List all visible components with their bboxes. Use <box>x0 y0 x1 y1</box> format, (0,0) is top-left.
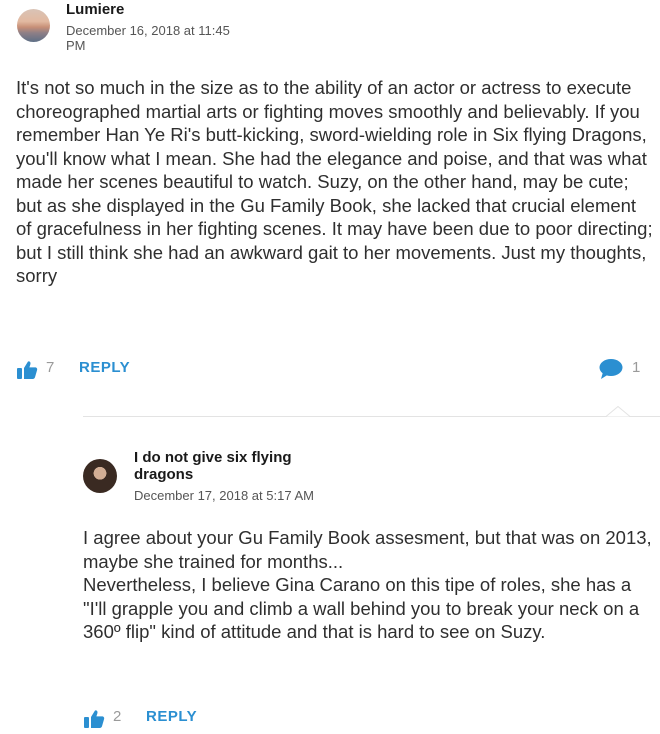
avatar[interactable] <box>83 459 117 493</box>
thread-divider <box>83 416 660 417</box>
reply-timestamp[interactable]: December 17, 2018 at 5:17 AM <box>134 488 314 503</box>
comment-text: It's not so much in the size as to the a… <box>16 77 653 286</box>
reply-button[interactable]: REPLY <box>79 359 130 376</box>
reply-count: 1 <box>632 359 641 376</box>
reply-text: I agree about your Gu Family Book assesm… <box>83 527 652 642</box>
replies-toggle[interactable] <box>598 358 624 385</box>
comment-bubble-icon <box>599 359 623 379</box>
comment-author[interactable]: Lumiere <box>66 1 124 18</box>
comment-timestamp[interactable]: December 16, 2018 at 11:45 PM <box>66 23 251 53</box>
avatar[interactable] <box>17 9 50 42</box>
like-count: 7 <box>46 359 55 376</box>
thumbs-up-icon <box>17 361 38 379</box>
reply-button[interactable]: REPLY <box>146 708 197 725</box>
thumbs-up-icon <box>84 710 105 728</box>
like-button[interactable] <box>83 709 105 734</box>
like-count: 2 <box>113 708 122 725</box>
thread-notch <box>606 406 630 417</box>
like-button[interactable] <box>16 360 38 385</box>
reply-author[interactable]: I do not give six flying dragons <box>134 449 324 483</box>
